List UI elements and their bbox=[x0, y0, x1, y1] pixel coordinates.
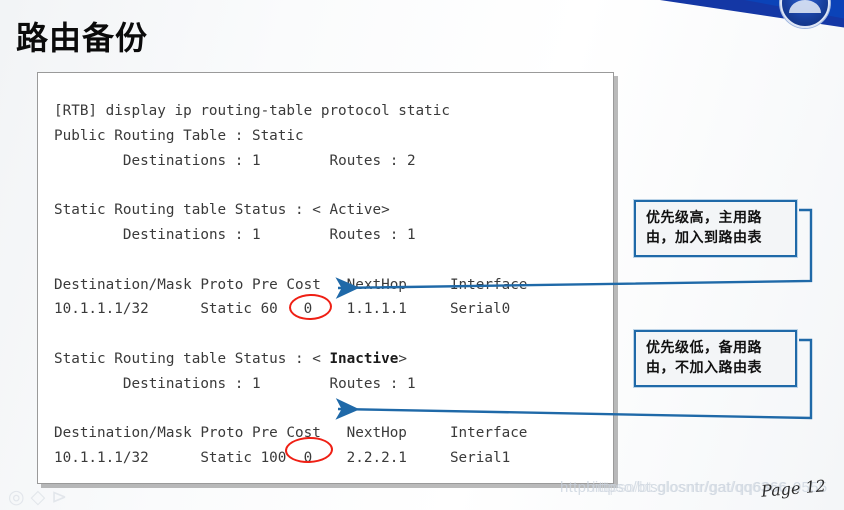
terminal-active-routes: Routes : 1 bbox=[329, 226, 416, 243]
terminal-inactive-destinations: Destinations : 1 bbox=[122, 375, 261, 392]
banner-stripe-dark bbox=[614, 0, 844, 32]
terminal-header-routes: Routes : 2 bbox=[329, 152, 416, 169]
terminal-active-columns: Destination/Mask Proto Pre Cost NextHop … bbox=[54, 276, 528, 293]
circular-emblem-logo-icon bbox=[780, 0, 830, 28]
terminal-header-destinations: Destinations : 1 bbox=[122, 152, 261, 169]
backup-route-callout: 优先级低，备用路由，不加入路由表 bbox=[633, 329, 798, 388]
watermark-mark: ◎ ◇ ⊳ bbox=[8, 486, 68, 508]
page-title: 路由备份 bbox=[16, 19, 149, 57]
header-banner bbox=[614, 0, 844, 40]
terminal-active-destinations: Destinations : 1 bbox=[122, 226, 261, 243]
primary-route-callout: 优先级高，主用路由，加入到路由表 bbox=[633, 199, 798, 258]
page-number: Page 12 bbox=[760, 476, 827, 501]
slide-canvas: 路由备份 [RTB] display ip routing-table prot… bbox=[0, 0, 844, 510]
terminal-inactive-columns: Destination/Mask Proto Pre Cost NextHop … bbox=[54, 425, 528, 442]
terminal-active-row: 10.1.1.1/32 Static 60 0 1.1.1.1 Serial0 bbox=[54, 301, 511, 318]
terminal-inactive-status-value: Inactive bbox=[329, 350, 399, 367]
backup-route-callout-text: 优先级低，备用路由，不加入路由表 bbox=[646, 340, 762, 376]
terminal-inactive-routes: Routes : 1 bbox=[329, 375, 416, 392]
terminal-line-command: [RTB] display ip routing-table protocol … bbox=[54, 103, 450, 119]
terminal-active-status: Static Routing table Status : < Active> bbox=[54, 202, 390, 219]
terminal-line-table-name: Public Routing Table : Static bbox=[54, 127, 304, 144]
primary-route-callout-text: 优先级高，主用路由，加入到路由表 bbox=[646, 210, 762, 246]
banner-stripe-light bbox=[614, 0, 844, 24]
terminal-output-panel: [RTB] display ip routing-table protocol … bbox=[37, 72, 614, 484]
terminal-text: [RTB] display ip routing-table protocol … bbox=[54, 103, 528, 467]
watermark-url-secondary: httpso/bt.glosntr/gat/qq6366 bbox=[592, 479, 787, 496]
terminal-inactive-row: 10.1.1.1/32 Static 100 0 2.2.2.1 Serial1 bbox=[54, 450, 511, 467]
